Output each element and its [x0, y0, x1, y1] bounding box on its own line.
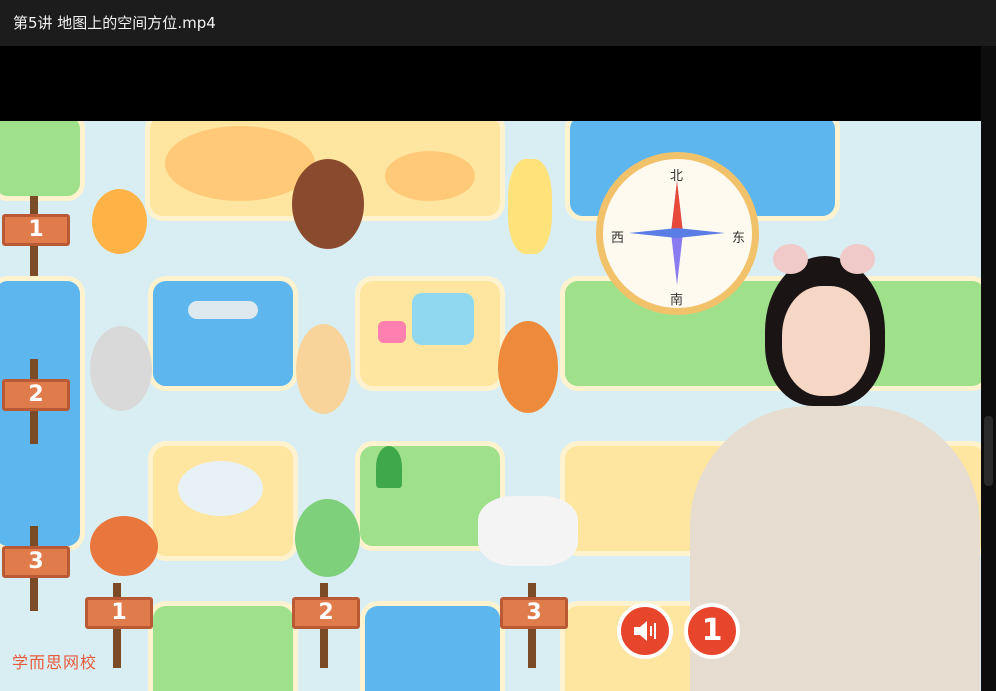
- sound-button[interactable]: [617, 603, 673, 659]
- wrench-prop: [188, 301, 258, 319]
- sign-label: 1: [85, 597, 153, 629]
- sign-label: 3: [500, 597, 568, 629]
- logo: 学而思网校: [12, 653, 98, 672]
- phone-prop: [378, 321, 406, 343]
- tv-prop: [412, 293, 474, 345]
- duck-character: [508, 159, 552, 254]
- teacher-face: [782, 286, 870, 396]
- map-block: [360, 601, 505, 691]
- video-title: 第5讲 地图上的空间方位.mp4: [13, 14, 216, 32]
- map-block: [0, 276, 85, 551]
- butterfly-character: [92, 189, 147, 254]
- scrollbar[interactable]: [981, 46, 996, 691]
- sign-label: 2: [292, 597, 360, 629]
- map-block: [148, 601, 298, 691]
- map-block: [148, 276, 298, 391]
- cat-ear-headband-icon: [840, 244, 875, 274]
- hedgehog-character: [292, 159, 364, 249]
- map-blob: [165, 126, 315, 201]
- cat-ear-headband-icon: [773, 244, 808, 274]
- replay-button[interactable]: 1: [684, 603, 740, 659]
- sign-label: 2: [2, 379, 70, 411]
- video-frame[interactable]: 北 南 西 东 1 2 3 1 2 3 1 学而思网校: [0, 121, 981, 691]
- cow-character: [478, 496, 578, 566]
- scroll-thumb[interactable]: [984, 416, 993, 486]
- sign-label: 3: [2, 546, 70, 578]
- speaker-icon: [634, 621, 656, 641]
- cat-character: [90, 326, 152, 411]
- dog-character: [296, 324, 351, 414]
- sign-label: 1: [2, 214, 70, 246]
- squirrel-character: [498, 321, 558, 413]
- gears-prop: [178, 461, 263, 516]
- map-block: [0, 121, 85, 201]
- bird-character: [90, 516, 158, 576]
- frog-character: [295, 499, 360, 577]
- map-blob: [385, 151, 475, 201]
- tree-prop: [376, 446, 402, 488]
- title-bar: 第5讲 地图上的空间方位.mp4: [0, 0, 996, 46]
